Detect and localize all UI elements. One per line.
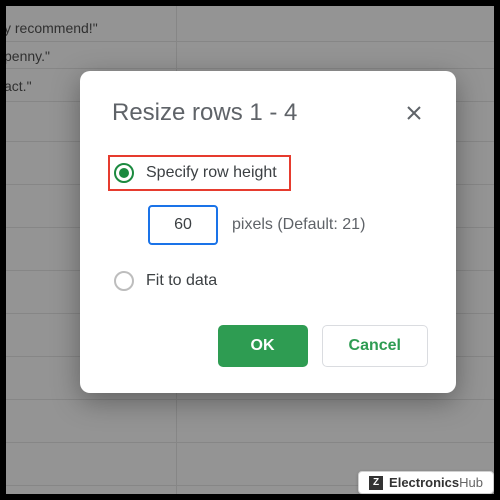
close-icon[interactable] [400, 99, 428, 127]
resize-rows-dialog: Resize rows 1 - 4 Specify row height pix… [80, 71, 456, 393]
row-height-input[interactable] [148, 205, 218, 245]
pixels-default-label: pixels (Default: 21) [232, 216, 365, 234]
radio-specify-label: Specify row height [146, 164, 277, 182]
watermark-text-light: Hub [459, 475, 483, 490]
watermark-icon: Z [369, 476, 383, 490]
watermark-text-bold: Electronics [389, 475, 459, 490]
specify-height-highlight: Specify row height [108, 155, 291, 191]
dialog-title: Resize rows 1 - 4 [112, 99, 297, 127]
ok-button[interactable]: OK [218, 325, 308, 367]
cancel-button[interactable]: Cancel [322, 325, 428, 367]
watermark-badge: Z ElectronicsHub [358, 471, 494, 494]
radio-fit-to-data[interactable] [114, 271, 134, 291]
radio-fit-label: Fit to data [146, 272, 217, 290]
radio-specify-height[interactable] [114, 163, 134, 183]
